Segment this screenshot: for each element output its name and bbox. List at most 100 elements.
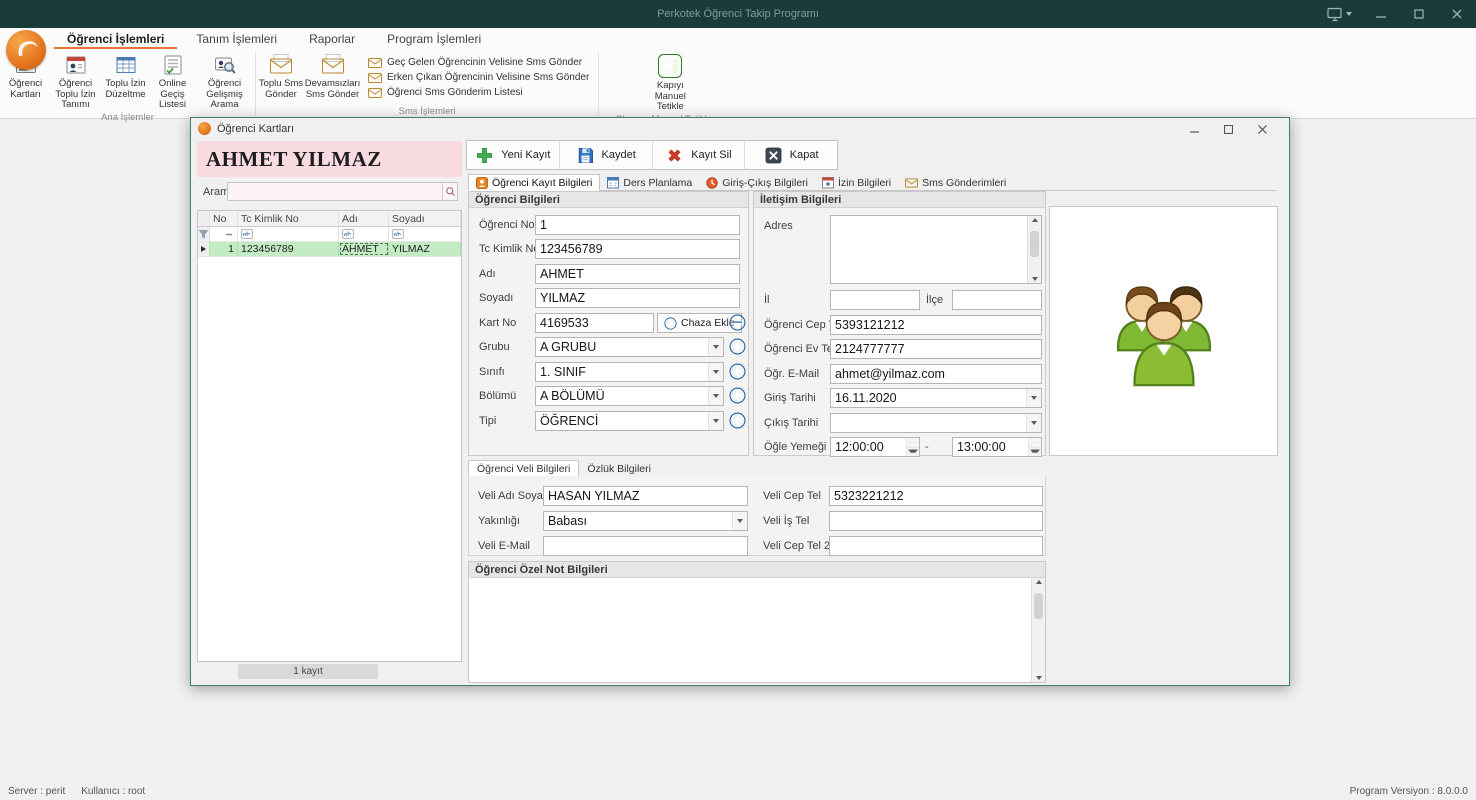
giris-tarihi-picker[interactable]: 16.11.2020	[830, 388, 1042, 408]
ribbon-button-online-gecis-listesi[interactable]: Online Geçiş Listesi	[149, 51, 196, 111]
cell-tc[interactable]: 123456789	[238, 242, 339, 256]
sinifi-combo[interactable]: 1. SINIF	[535, 362, 724, 382]
maximize-button[interactable]	[1400, 0, 1438, 28]
grid-row-selected[interactable]: 1 123456789 AHMET YILMAZ	[198, 242, 461, 257]
veli-cep-input[interactable]	[829, 486, 1043, 506]
cell-no[interactable]: 1	[210, 242, 238, 256]
cell-soyadi[interactable]: YILMAZ	[389, 242, 461, 256]
save-button[interactable]: Kaydet	[560, 141, 653, 169]
search-button[interactable]	[442, 183, 457, 200]
app-logo-icon[interactable]	[6, 30, 46, 70]
ribbon-button-toplu-izin-tanimi[interactable]: Öğrenci Toplu İzin Tanımı	[49, 51, 102, 111]
scroll-down-icon[interactable]	[1032, 277, 1038, 281]
window-close-button[interactable]	[1245, 119, 1279, 139]
add-bolum-button[interactable]	[729, 387, 746, 404]
tab-giris-cikis-bilgileri[interactable]: Giriş-Çıkış Bilgileri	[699, 174, 815, 191]
ogrenci-no-input[interactable]	[535, 215, 740, 235]
ribbon-button-toplu-sms[interactable]: Toplu Sms Gönder	[258, 51, 304, 100]
close-window-button[interactable]: Kapat	[745, 141, 837, 169]
tab-ders-planlama[interactable]: Ders Planlama	[600, 174, 699, 191]
ribbon-button-kapiyi-manuel-tetikle[interactable]: Kapıyı Manuel Tetikle	[641, 51, 699, 113]
card-reader-button[interactable]	[729, 314, 746, 331]
tipi-combo[interactable]: ÖĞRENCİ	[535, 411, 724, 431]
grid-column-soyadi[interactable]: Soyadı	[389, 211, 461, 226]
dropdown-button[interactable]	[708, 363, 723, 381]
tab-ozluk-bilgileri[interactable]: Özlük Bilgileri	[579, 460, 659, 477]
adi-input[interactable]	[535, 264, 740, 284]
ribbon-button-sms-gonderim-listesi[interactable]: Öğrenci Sms Gönderim Listesi	[365, 86, 592, 99]
ogrenci-ev-input[interactable]	[830, 339, 1042, 359]
dropdown-button[interactable]	[1026, 389, 1041, 407]
system-tray-icon[interactable]	[1316, 0, 1362, 28]
student-photo-box[interactable]	[1049, 206, 1278, 456]
ogr-email-input[interactable]	[830, 364, 1042, 384]
minimize-button[interactable]	[1362, 0, 1400, 28]
soyadi-input[interactable]	[535, 288, 740, 308]
bolumu-combo[interactable]: A BÖLÜMÜ	[535, 386, 724, 406]
scroll-thumb[interactable]	[1030, 231, 1039, 257]
grubu-combo[interactable]: A GRUBU	[535, 337, 724, 357]
adres-scrollbar[interactable]	[1027, 216, 1041, 283]
scroll-up-icon[interactable]	[1036, 580, 1042, 584]
yemek-baslangic-spinner[interactable]: 12:00:00	[830, 437, 920, 457]
ribbon-button-gec-gelen-sms[interactable]: Geç Gelen Öğrencinin Velisine Sms Gönder	[365, 56, 592, 69]
scroll-thumb[interactable]	[1034, 593, 1043, 619]
tab-sms-gonderimleri[interactable]: Sms Gönderimleri	[898, 174, 1013, 191]
tab-ogrenci-kayit-bilgileri[interactable]: Öğrenci Kayıt Bilgileri	[468, 174, 600, 191]
grid-column-no[interactable]: No	[210, 211, 238, 226]
tab-ogrenci-veli-bilgileri[interactable]: Öğrenci Veli Bilgileri	[468, 460, 579, 477]
add-grubu-button[interactable]	[729, 338, 746, 355]
veli-is-tel-input[interactable]	[829, 511, 1043, 531]
ribbon-tab-raporlar[interactable]: Raporlar	[296, 28, 368, 49]
cikis-tarihi-picker[interactable]	[830, 413, 1042, 433]
il-input[interactable]	[830, 290, 920, 310]
dropdown-button[interactable]	[732, 512, 747, 530]
ogrenci-cep-input[interactable]	[830, 315, 1042, 335]
veli-cep2-input[interactable]	[829, 536, 1043, 556]
filter-cell-tc[interactable]	[238, 227, 339, 241]
yakinligi-combo[interactable]: Babası	[543, 511, 748, 531]
add-sinif-button[interactable]	[729, 363, 746, 380]
filter-cell-soyadi[interactable]	[389, 227, 461, 241]
spinner-buttons[interactable]	[1028, 438, 1041, 456]
scroll-down-icon[interactable]	[1036, 676, 1042, 680]
add-tip-button[interactable]	[729, 412, 746, 429]
dropdown-button[interactable]	[708, 412, 723, 430]
ribbon-button-toplu-izin-duzeltme[interactable]: Toplu İzin Düzeltme	[102, 51, 149, 100]
dropdown-button[interactable]	[708, 338, 723, 356]
scroll-up-icon[interactable]	[1032, 218, 1038, 222]
grid-column-tc[interactable]: Tc Kimlik No	[238, 211, 339, 226]
filter-funnel-icon[interactable]	[198, 227, 210, 241]
ribbon-button-erken-cikan-sms[interactable]: Erken Çıkan Öğrencinin Velisine Sms Gönd…	[365, 71, 592, 84]
adres-textarea[interactable]	[830, 215, 1042, 284]
window-maximize-button[interactable]	[1211, 119, 1245, 139]
student-grid[interactable]: No Tc Kimlik No Adı Soyadı 1 123456789 A…	[197, 210, 462, 662]
veli-adsoyad-input[interactable]	[543, 486, 748, 506]
ribbon-button-gelismis-arama[interactable]: Öğrenci Gelişmiş Arama	[196, 51, 253, 111]
ilce-input[interactable]	[952, 290, 1042, 310]
notes-scrollbar[interactable]	[1031, 578, 1045, 682]
dropdown-button[interactable]	[708, 387, 723, 405]
spinner-buttons[interactable]	[906, 438, 919, 456]
yemek-bitis-spinner[interactable]: 13:00:00	[952, 437, 1042, 457]
ribbon-button-devamsizlar-sms[interactable]: Devamsızları Sms Gönder	[304, 51, 361, 100]
filter-cell-no[interactable]	[210, 227, 238, 241]
ribbon-tab-ogrenci-islemleri[interactable]: Öğrenci İşlemleri	[54, 28, 177, 49]
grid-filter-row[interactable]	[198, 227, 461, 242]
close-button[interactable]	[1438, 0, 1476, 28]
tab-izin-bilgileri[interactable]: İzin Bilgileri	[815, 174, 898, 191]
tc-kimlik-input[interactable]	[535, 239, 740, 259]
dropdown-button[interactable]	[1026, 414, 1041, 432]
grid-column-adi[interactable]: Adı	[339, 211, 389, 226]
kart-no-input[interactable]	[535, 313, 654, 333]
ribbon-tab-tanim-islemleri[interactable]: Tanım İşlemleri	[183, 28, 290, 49]
cell-adi[interactable]: AHMET	[339, 242, 389, 256]
window-minimize-button[interactable]	[1177, 119, 1211, 139]
ribbon-tab-program-islemleri[interactable]: Program İşlemleri	[374, 28, 494, 49]
filter-cell-adi[interactable]	[339, 227, 389, 241]
new-record-button[interactable]: Yeni Kayıt	[467, 141, 560, 169]
window-titlebar[interactable]: Öğrenci Kartları	[191, 118, 1289, 139]
search-input[interactable]	[228, 183, 442, 200]
delete-record-button[interactable]: Kayıt Sil	[653, 141, 746, 169]
notes-textarea[interactable]	[469, 578, 1045, 682]
